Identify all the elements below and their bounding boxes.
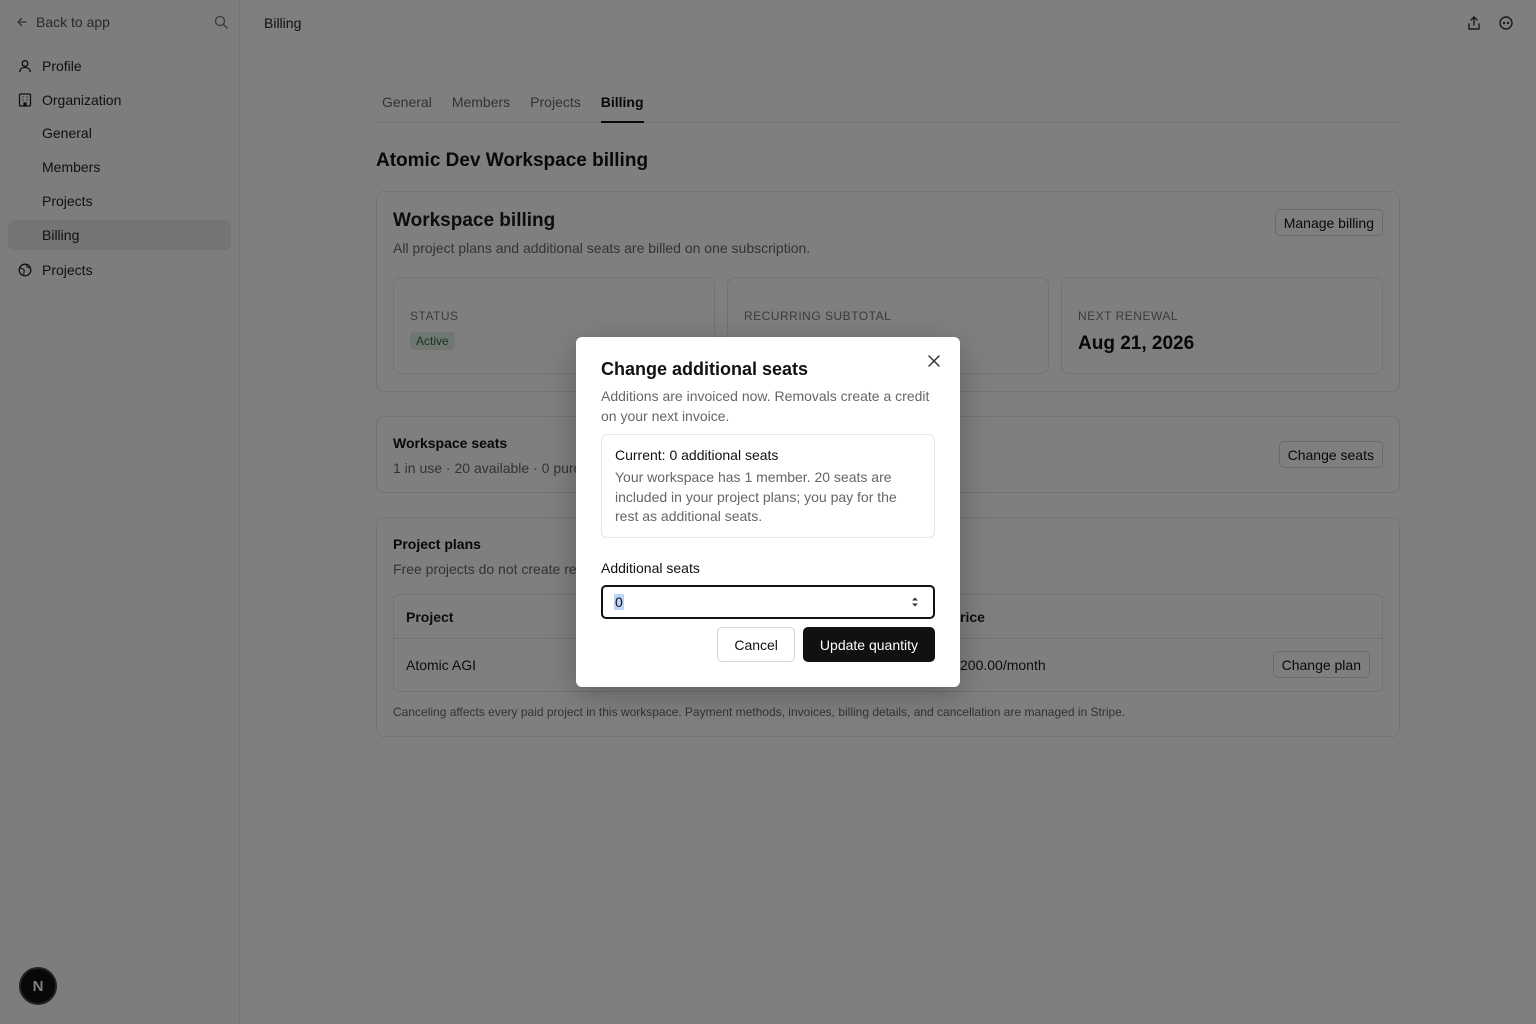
additional-seats-value: 0 bbox=[614, 594, 624, 610]
update-quantity-button[interactable]: Update quantity bbox=[802, 627, 935, 662]
current-seats-title: Current: 0 additional seats bbox=[615, 447, 779, 463]
dialog-description: Additions are invoiced now. Removals cre… bbox=[601, 388, 930, 424]
current-seats-info: Current: 0 additional seats Your workspa… bbox=[601, 434, 935, 538]
additional-seats-label: Additional seats bbox=[601, 560, 700, 576]
stepper-icon[interactable] bbox=[910, 595, 920, 609]
cancel-button[interactable]: Cancel bbox=[717, 627, 795, 662]
current-seats-text: Your workspace has 1 member. 20 seats ar… bbox=[615, 469, 897, 524]
change-seats-dialog: Change additional seats Additions are in… bbox=[576, 337, 960, 687]
dialog-actions: Cancel Update quantity bbox=[717, 627, 935, 662]
close-icon[interactable] bbox=[926, 353, 942, 369]
dialog-title: Change additional seats bbox=[601, 359, 809, 379]
additional-seats-input[interactable]: 0 bbox=[601, 585, 935, 619]
